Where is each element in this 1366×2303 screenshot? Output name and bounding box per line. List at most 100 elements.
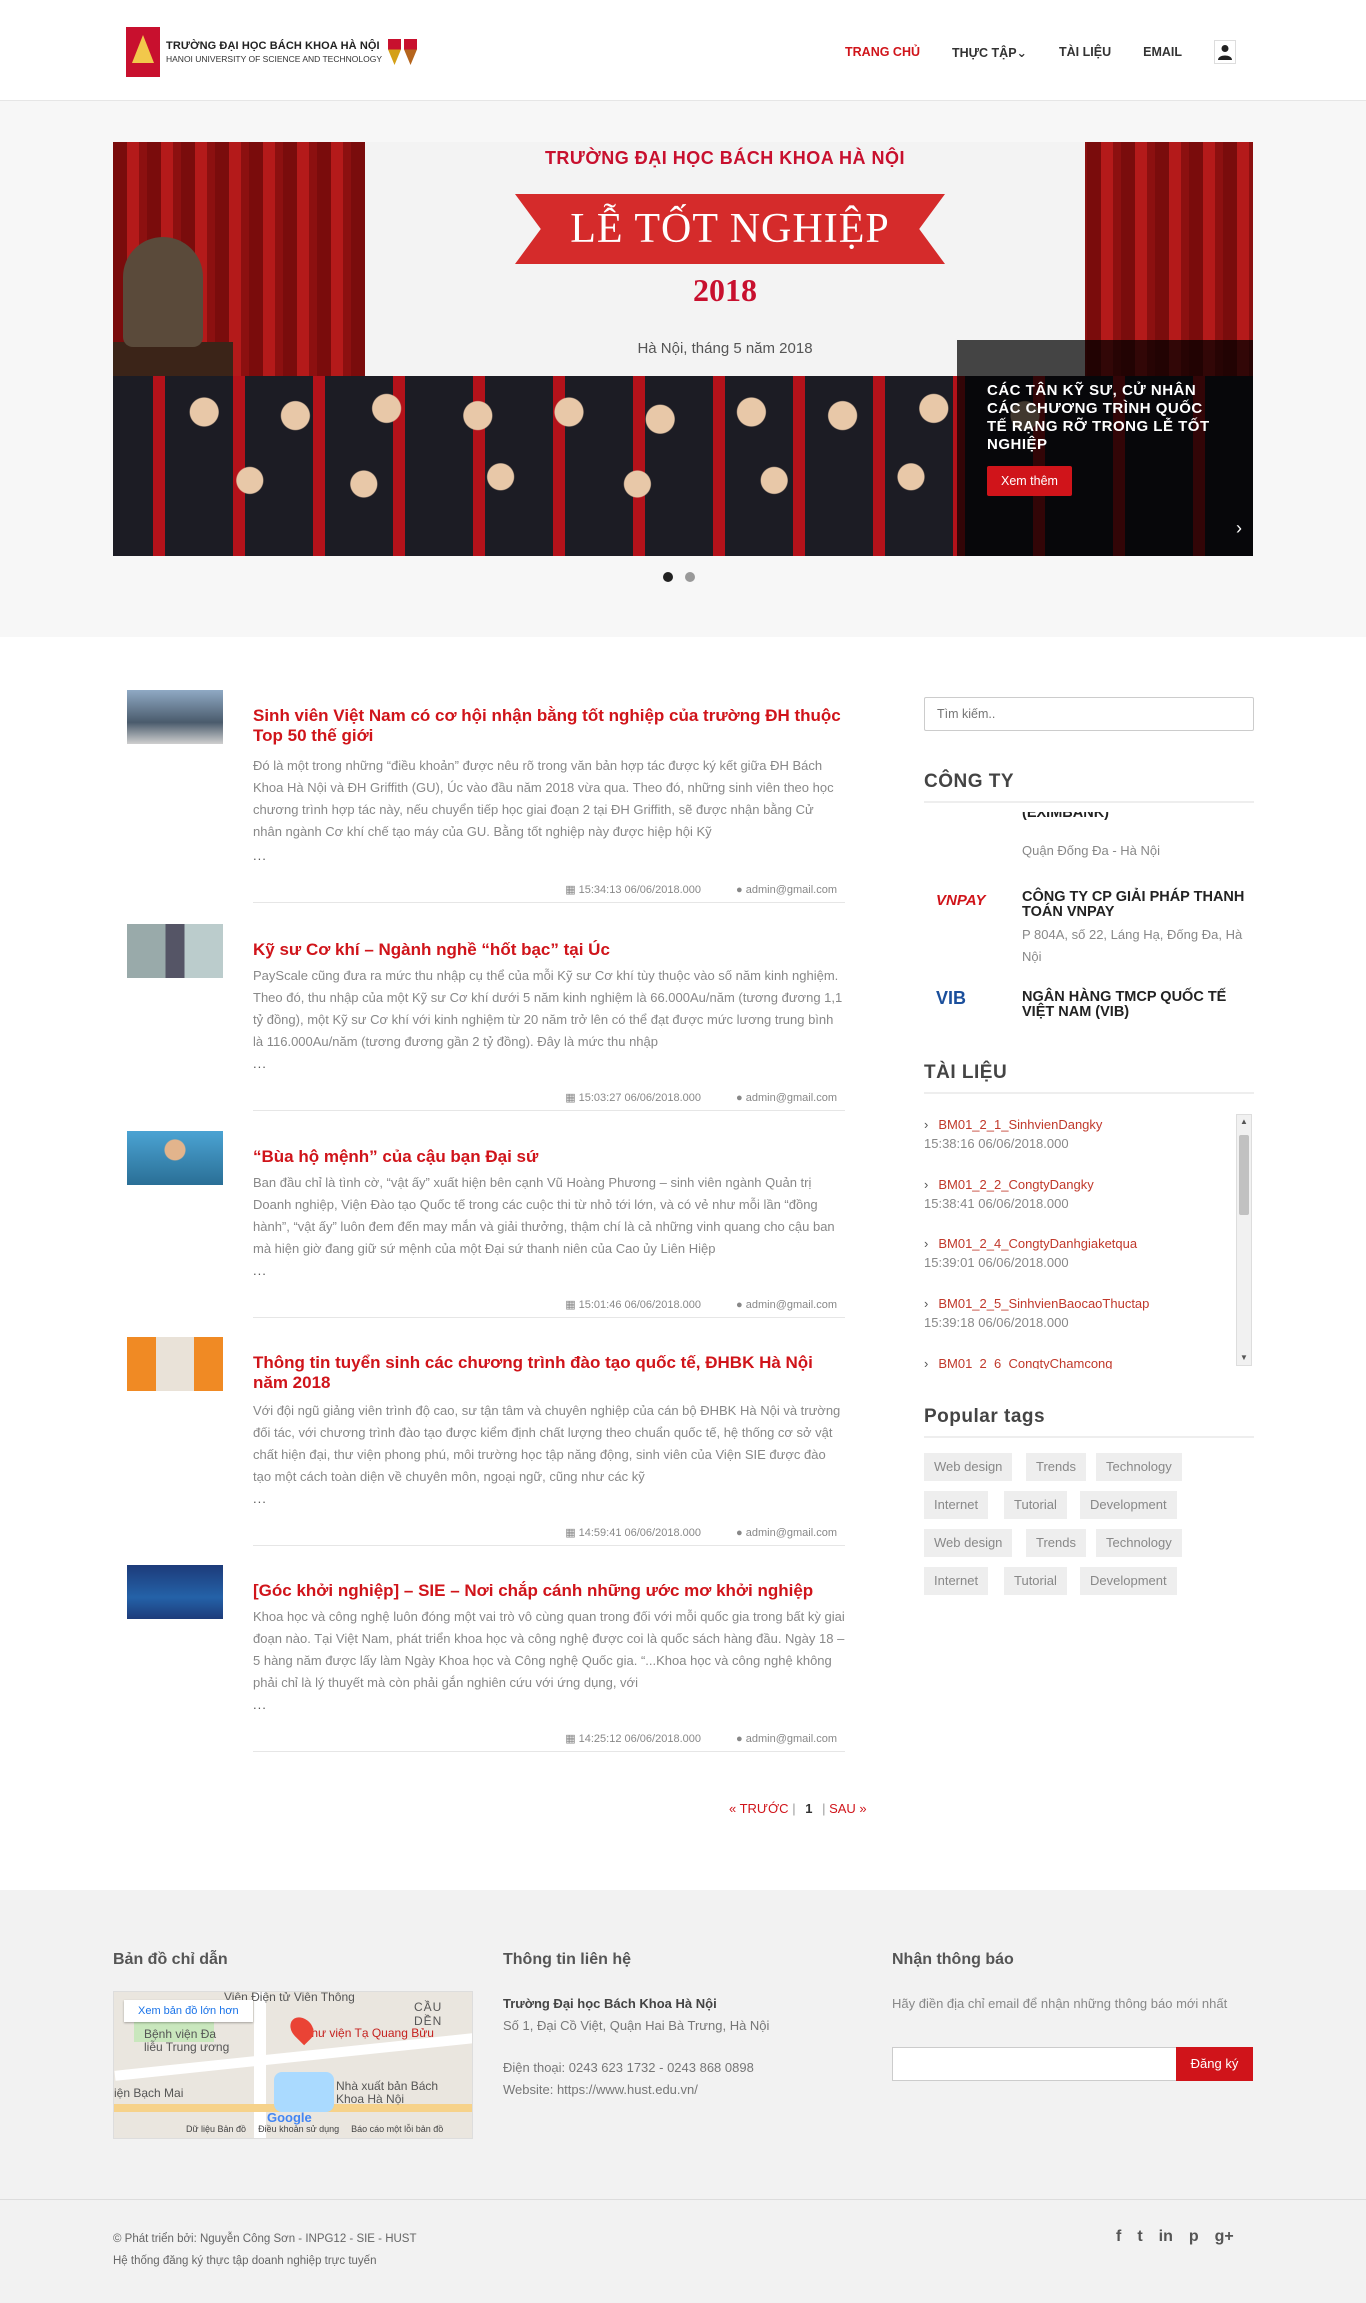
user-icon: ●	[736, 1527, 746, 1539]
calendar-icon: ▦	[565, 1092, 579, 1104]
post-thumbnail[interactable]	[127, 1131, 223, 1185]
company-name: (EXIMBANK)	[1022, 812, 1109, 821]
logo-emblem	[126, 27, 160, 77]
post-thumbnail[interactable]	[127, 1565, 223, 1619]
slider-dot-1[interactable]	[663, 572, 673, 582]
calendar-icon: ▦	[565, 1733, 579, 1745]
post-more[interactable]: ...	[253, 848, 267, 863]
post-title[interactable]: Sinh viên Việt Nam có cơ hội nhận bằng t…	[253, 706, 843, 746]
twitter-icon[interactable]: t	[1137, 2228, 1142, 2246]
document-scrollbar[interactable]: ▲ ▼	[1236, 1114, 1252, 1366]
post-excerpt: Khoa học và công nghệ luôn đóng một vai …	[253, 1609, 845, 1690]
map-terms-link[interactable]: Điều khoản sử dụng	[258, 2124, 339, 2134]
read-more-button[interactable]: Xem thêm	[987, 466, 1072, 496]
post-time: 15:01:46 06/06/2018.000	[578, 1299, 701, 1311]
main-nav: TRANG CHỦ THỰC TẬP⌄ TÀI LIỆU EMAIL	[845, 40, 1236, 64]
document-link[interactable]: BM01_2_4_CongtyDanhgiaketqua	[924, 1236, 1234, 1251]
prev-page-link[interactable]: « TRƯỚC	[729, 1801, 789, 1816]
post-author: admin@gmail.com	[745, 884, 837, 896]
post-excerpt: Với đội ngũ giảng viên trình độ cao, sư …	[253, 1403, 841, 1484]
contact-website[interactable]: Website: https://www.hust.edu.vn/	[503, 2079, 843, 2101]
contact-phone: Điện thoại: 0243 623 1732 - 0243 868 089…	[503, 2060, 754, 2075]
scroll-thumb[interactable]	[1239, 1135, 1249, 1215]
post-thumbnail[interactable]	[127, 924, 223, 978]
document-link[interactable]: BM01_2_1_SinhvienDangky	[924, 1117, 1234, 1132]
post-author: admin@gmail.com	[745, 1733, 837, 1745]
tag[interactable]: Internet	[924, 1491, 989, 1519]
tag[interactable]: Technology	[1096, 1529, 1182, 1557]
post-more[interactable]: ...	[253, 1056, 267, 1071]
next-page-link[interactable]: SAU »	[829, 1801, 867, 1816]
document-link[interactable]: BM01_2_5_SinhvienBaocaoThuctap	[924, 1296, 1234, 1311]
tag[interactable]: Web design	[924, 1453, 1013, 1481]
facebook-icon[interactable]: f	[1116, 2228, 1121, 2246]
document-time: 15:39:01 06/06/2018.000	[924, 1255, 1069, 1270]
tag[interactable]: Technology	[1096, 1453, 1182, 1481]
post-author: admin@gmail.com	[745, 1299, 837, 1311]
post-title[interactable]: [Góc khởi nghiệp] – SIE – Nơi chắp cánh …	[253, 1581, 843, 1601]
post-title[interactable]: Kỹ sư Cơ khí – Ngành nghề “hốt bạc” tại …	[253, 940, 843, 960]
tag[interactable]: Tutorial	[1004, 1491, 1067, 1519]
post-meta: ▦ 15:01:46 06/06/2018.000 ● admin@gmail.…	[477, 1298, 837, 1311]
slider-dot-2[interactable]	[685, 572, 695, 582]
tag[interactable]: Internet	[924, 1567, 989, 1595]
screen-title: LỄ TỐT NGHIỆP	[570, 206, 890, 252]
company-logo: VIB	[936, 988, 967, 1008]
user-icon[interactable]	[1214, 40, 1236, 64]
document-time: 15:38:41 06/06/2018.000	[924, 1196, 1069, 1211]
post-thumbnail[interactable]	[127, 690, 223, 744]
post-title[interactable]: “Bùa hộ mệnh” của cậu bạn Đại sứ	[253, 1147, 843, 1167]
post-excerpt: PayScale cũng đưa ra mức thu nhập cụ thể…	[253, 968, 843, 1049]
contact-org: Trường Đại học Bách Khoa Hà Nội	[503, 1996, 717, 2011]
map-heading: Bản đồ chỉ dẫn	[113, 1951, 228, 1968]
company-address: Quận Đống Đa - Hà Nội	[1022, 843, 1161, 858]
post-title[interactable]: Thông tin tuyển sinh các chương trình đà…	[253, 1353, 843, 1393]
map-data-link[interactable]: Dữ liệu Bản đồ	[186, 2124, 246, 2134]
nav-documents[interactable]: TÀI LIỆU	[1059, 45, 1111, 59]
google-map[interactable]: Viện Điện tử Viễn Thông CẦU DỀN Bệnh việ…	[113, 1991, 473, 2139]
site-logo[interactable]: TRƯỜNG ĐẠI HỌC BÁCH KHOA HÀ NỘI HANOI UN…	[126, 26, 426, 78]
slide-caption-title: CÁC TÂN KỸ SƯ, CỬ NHÂN CÁC CHƯƠNG TRÌNH …	[987, 382, 1210, 453]
tag[interactable]: Development	[1080, 1567, 1177, 1595]
post-more[interactable]: ...	[253, 1263, 267, 1278]
tag[interactable]: Development	[1080, 1491, 1177, 1519]
tag[interactable]: Trends	[1026, 1453, 1086, 1481]
view-larger-map-link[interactable]: Xem bản đồ lớn hơn	[124, 2000, 253, 2022]
document-link[interactable]: BM01_2_6_CongtyChamcong	[924, 1356, 1234, 1369]
linkedin-icon[interactable]: in	[1159, 2228, 1173, 2246]
medal-icon	[388, 39, 402, 65]
company-address: P 804A, số 22, Láng Hạ, Đống Đa, Hà Nội	[1022, 927, 1243, 964]
map-report-link[interactable]: Báo cáo một lỗi bản đồ	[351, 2124, 443, 2134]
slider-dots	[663, 572, 695, 582]
company-name: NGÂN HÀNG TMCP QUỐC TẾ VIỆT NAM (VIB)	[1022, 989, 1227, 1020]
post-more[interactable]: ...	[253, 1697, 267, 1712]
document-link[interactable]: BM01_2_2_CongtyDangky	[924, 1177, 1234, 1192]
scroll-down-icon[interactable]: ▼	[1237, 1351, 1251, 1365]
scroll-up-icon[interactable]: ▲	[1237, 1115, 1251, 1129]
nav-email[interactable]: EMAIL	[1143, 45, 1182, 59]
google-logo: Google	[267, 2110, 312, 2125]
subscribe-email-input[interactable]	[892, 2047, 1177, 2081]
slide-caption: CÁC TÂN KỸ SƯ, CỬ NHÂN CÁC CHƯƠNG TRÌNH …	[957, 340, 1253, 556]
map-pin-icon[interactable]	[285, 2012, 319, 2046]
subscribe-button[interactable]: Đăng ký	[1176, 2047, 1253, 2081]
document-time: 15:39:18 06/06/2018.000	[924, 1315, 1069, 1330]
post-thumbnail[interactable]	[127, 1337, 223, 1391]
company-list: (EXIMBANK) Quận Đống Đa - Hà Nội VNPAY C…	[924, 812, 1254, 1022]
next-slide-icon[interactable]: ›	[1236, 518, 1242, 539]
current-page[interactable]: 1	[799, 1801, 818, 1816]
search-input[interactable]	[924, 697, 1254, 731]
tag[interactable]: Web design	[924, 1529, 1013, 1557]
tag[interactable]: Tutorial	[1004, 1567, 1067, 1595]
pinterest-icon[interactable]: p	[1189, 2228, 1199, 2246]
post-more[interactable]: ...	[253, 1491, 267, 1506]
system-tagline: Hệ thống đăng ký thực tập doanh nghiệp t…	[113, 2255, 377, 2267]
tag[interactable]: Trends	[1026, 1529, 1086, 1557]
calendar-icon: ▦	[565, 1527, 579, 1539]
social-links: f t in p g+	[1116, 2228, 1234, 2246]
user-icon: ●	[736, 1092, 746, 1104]
google-plus-icon[interactable]: g+	[1215, 2228, 1234, 2246]
nav-internship[interactable]: THỰC TẬP⌄	[952, 45, 1027, 60]
medal-icon	[404, 39, 418, 65]
nav-home[interactable]: TRANG CHỦ	[845, 45, 920, 59]
